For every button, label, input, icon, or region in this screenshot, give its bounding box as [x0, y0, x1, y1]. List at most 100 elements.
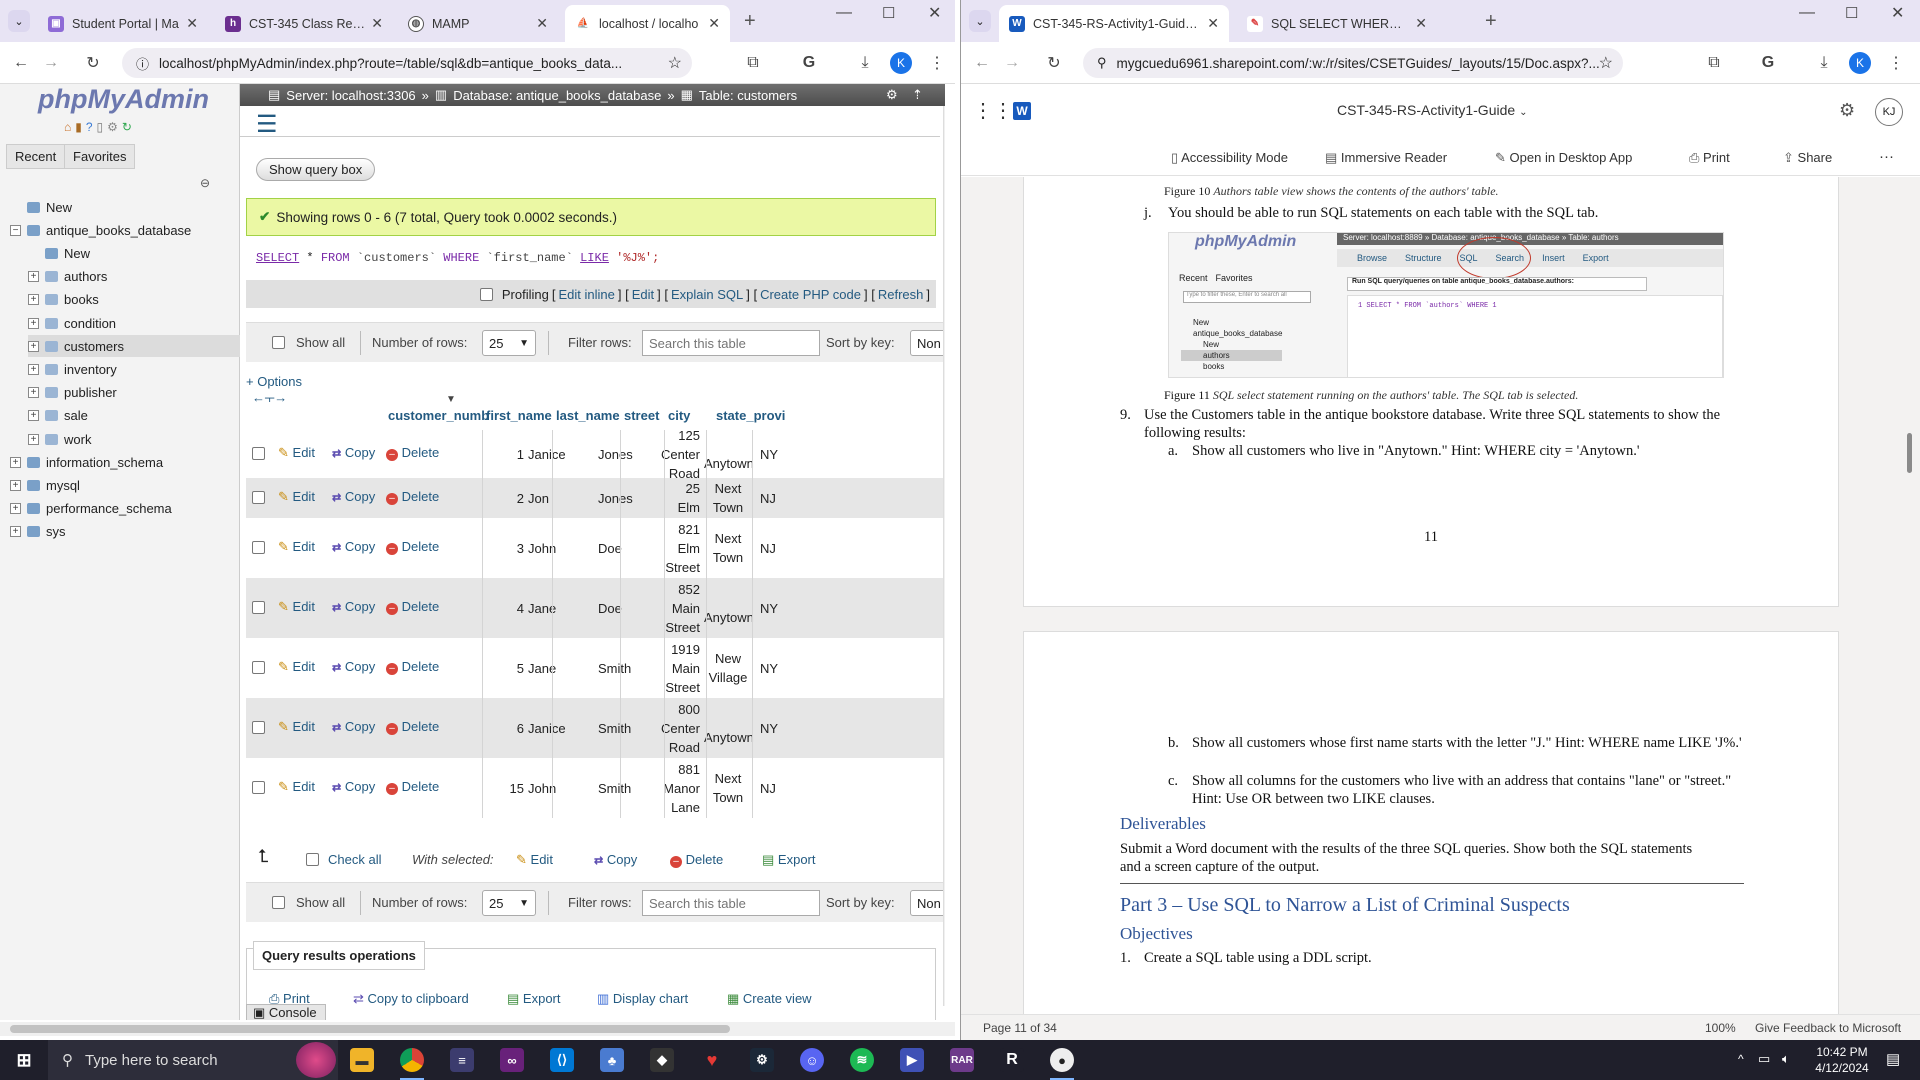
- expand-icon[interactable]: +: [10, 479, 21, 491]
- extensions-icon[interactable]: ⧉: [742, 52, 764, 74]
- row-copy-button[interactable]: ⇄ Copy: [332, 445, 375, 460]
- breadcrumb-table[interactable]: Table: customers: [699, 88, 797, 103]
- vertical-scrollbar[interactable]: [943, 106, 945, 1006]
- row-edit-button[interactable]: ✎ Edit: [278, 489, 315, 505]
- row-edit-button[interactable]: ✎ Edit: [278, 719, 315, 735]
- row-edit-button[interactable]: ✎ Edit: [278, 779, 315, 795]
- row-checkbox[interactable]: [252, 721, 265, 734]
- clock[interactable]: 10:42 PM 4/12/2024: [1810, 1044, 1874, 1076]
- tree-item[interactable]: + customers: [28, 335, 240, 358]
- rows-per-page-select[interactable]: 25 ▼: [482, 890, 536, 916]
- create-php-code-link[interactable]: Create PHP code: [760, 287, 861, 302]
- display-chart-link[interactable]: ▥ Display chart: [597, 991, 688, 1007]
- collapse-icon[interactable]: ⇡: [912, 87, 923, 103]
- column-header[interactable]: first_name: [486, 408, 552, 423]
- share-button[interactable]: ⇪ Share: [1783, 150, 1832, 166]
- tab-word-document[interactable]: W CST-345-RS-Activity1-Guide.dc ✕: [999, 5, 1229, 42]
- row-delete-button[interactable]: – Delete: [386, 489, 439, 505]
- new-tab-button[interactable]: +: [1485, 10, 1497, 33]
- chrome-icon[interactable]: [400, 1048, 424, 1072]
- reload-icon[interactable]: ↻: [82, 52, 104, 74]
- row-checkbox[interactable]: [252, 601, 265, 614]
- explain-sql-link[interactable]: Explain SQL: [671, 287, 743, 302]
- row-checkbox[interactable]: [252, 541, 265, 554]
- settings-gear-icon[interactable]: ⚙: [886, 87, 898, 103]
- site-info-icon[interactable]: ⚲: [1097, 55, 1107, 71]
- app-launcher-icon[interactable]: ⋮⋮: [973, 98, 1013, 123]
- tree-item[interactable]: + performance_schema: [10, 498, 172, 520]
- close-tab-icon[interactable]: ✕: [708, 15, 720, 32]
- maximize-button[interactable]: ☐: [882, 4, 895, 22]
- breadcrumb-server[interactable]: Server: localhost:3306: [286, 88, 415, 103]
- bookmark-star-icon[interactable]: ☆: [1599, 53, 1613, 73]
- volume-icon[interactable]: 🔈︎: [1782, 1051, 1790, 1067]
- tree-item[interactable]: + books: [28, 289, 99, 311]
- bookmark-star-icon[interactable]: ☆: [668, 53, 682, 73]
- back-icon[interactable]: ←: [10, 52, 32, 74]
- forward-icon[interactable]: →: [1001, 52, 1023, 74]
- r-app-icon[interactable]: R: [1000, 1048, 1024, 1072]
- give-feedback-link[interactable]: Give Feedback to Microsoft: [1755, 1021, 1901, 1035]
- sort-by-key-select[interactable]: Non: [910, 330, 945, 356]
- row-delete-button[interactable]: – Delete: [386, 659, 439, 675]
- row-delete-button[interactable]: – Delete: [386, 719, 439, 735]
- tree-item[interactable]: + sale: [28, 405, 88, 427]
- close-tab-icon[interactable]: ✕: [1415, 15, 1427, 32]
- new-tab-button[interactable]: +: [744, 10, 756, 33]
- edit-link[interactable]: Edit: [632, 287, 654, 302]
- row-edit-button[interactable]: ✎ Edit: [278, 599, 315, 615]
- tab-search-button[interactable]: ⌄: [969, 10, 991, 32]
- expand-icon[interactable]: +: [28, 271, 39, 283]
- taskbar-search-box[interactable]: ⚲ Type here to search: [48, 1040, 338, 1080]
- blue-app-icon[interactable]: ▶: [900, 1048, 924, 1072]
- document-scrollbar[interactable]: [1907, 433, 1912, 473]
- column-header[interactable]: state_provi: [716, 408, 785, 423]
- tab-search-button[interactable]: ⌄: [8, 10, 30, 32]
- github-icon[interactable]: ●: [1050, 1048, 1074, 1072]
- profiling-checkbox[interactable]: [479, 287, 493, 301]
- maximize-button[interactable]: ☐: [1845, 4, 1858, 22]
- column-header[interactable]: customer_numb: [388, 408, 489, 423]
- download-icon[interactable]: ⤓: [1813, 52, 1835, 74]
- site-info-icon[interactable]: ⓘ: [136, 54, 149, 73]
- copy-to-clipboard-link[interactable]: ⇄ Copy to clipboard: [353, 991, 469, 1007]
- tab-student-portal[interactable]: ▣ Student Portal | Ma ✕: [38, 5, 208, 42]
- google-icon[interactable]: G: [798, 52, 820, 74]
- row-edit-button[interactable]: ✎ Edit: [278, 659, 315, 675]
- rar-icon[interactable]: RAR: [950, 1048, 974, 1072]
- terminal-icon[interactable]: ≡: [450, 1048, 474, 1072]
- reload-nav-icon[interactable]: ↻: [122, 120, 132, 134]
- bulk-delete-button[interactable]: – Delete: [670, 852, 723, 868]
- horizontal-scrollbar[interactable]: [0, 1022, 955, 1036]
- accessibility-mode-button[interactable]: ▯ Accessibility Mode: [1171, 150, 1288, 166]
- row-checkbox[interactable]: [252, 491, 265, 504]
- print-button[interactable]: ⎙ Print: [1689, 150, 1730, 166]
- row-edit-button[interactable]: ✎ Edit: [278, 539, 315, 555]
- row-delete-button[interactable]: – Delete: [386, 779, 439, 795]
- tree-item[interactable]: New: [10, 196, 72, 218]
- row-checkbox[interactable]: [252, 447, 265, 460]
- minimize-button[interactable]: —: [1799, 4, 1815, 22]
- bulk-export-button[interactable]: ▤ Export: [762, 852, 816, 868]
- expand-icon[interactable]: +: [28, 433, 39, 445]
- logout-icon[interactable]: ▮: [75, 120, 82, 134]
- edit-inline-link[interactable]: Edit inline: [558, 287, 614, 302]
- extensions-icon[interactable]: ⧉: [1703, 52, 1725, 74]
- reload-icon[interactable]: ↻: [1043, 52, 1065, 74]
- row-copy-button[interactable]: ⇄ Copy: [332, 489, 375, 504]
- tab-mamp[interactable]: ◍ MAMP ✕: [398, 5, 558, 42]
- expand-icon[interactable]: +: [10, 526, 21, 538]
- expand-icon[interactable]: +: [28, 410, 39, 422]
- collapse-icon[interactable]: −: [10, 224, 21, 236]
- tree-item[interactable]: + mysql: [10, 474, 80, 496]
- docs-icon[interactable]: ▯: [97, 120, 104, 134]
- filter-rows-input[interactable]: [642, 890, 820, 916]
- show-query-box-button[interactable]: Show query box: [256, 158, 376, 181]
- address-bar[interactable]: ⚲ mygcuedu6961.sharepoint.com/:w:/r/site…: [1083, 48, 1623, 78]
- notifications-icon[interactable]: ▤: [1886, 1050, 1900, 1068]
- tree-item[interactable]: + information_schema: [10, 451, 163, 473]
- nav-tab-favorites[interactable]: Favorites: [64, 144, 136, 169]
- check-all-label[interactable]: Check all: [328, 852, 381, 867]
- settings-icon[interactable]: ⚙: [107, 120, 118, 134]
- document-title[interactable]: CST-345-RS-Activity1-Guide ⌄: [1337, 102, 1527, 118]
